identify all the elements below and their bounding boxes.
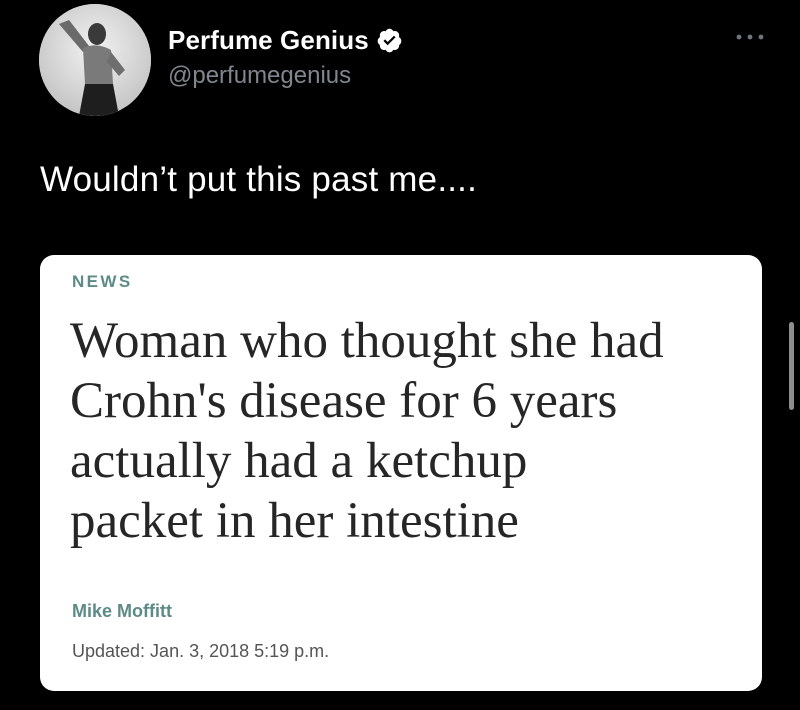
card-updated-timestamp: Updated: Jan. 3, 2018 5:19 p.m. xyxy=(72,641,330,661)
link-preview-card[interactable]: NEWS Woman who thought she had Crohn's d… xyxy=(40,255,762,691)
more-horizontal-icon[interactable] xyxy=(734,30,766,44)
user-handle[interactable]: @perfumegenius xyxy=(168,62,351,90)
author-row[interactable]: Perfume Genius xyxy=(168,24,403,56)
display-name[interactable]: Perfume Genius xyxy=(168,25,369,56)
card-headline-line: Crohn's disease for 6 years xyxy=(70,373,618,429)
scrollbar[interactable] xyxy=(789,322,794,410)
card-author[interactable]: Mike Moffitt xyxy=(72,601,172,622)
avatar[interactable] xyxy=(39,4,151,116)
avatar-photo xyxy=(39,4,151,116)
card-headline[interactable]: Woman who thought she had Crohn's diseas… xyxy=(70,311,750,551)
card-headline-line: Woman who thought she had xyxy=(70,313,664,369)
card-category-label: NEWS xyxy=(72,272,133,291)
verified-badge-icon xyxy=(376,27,403,54)
tweet-text: Wouldn’t put this past me.... xyxy=(40,160,478,199)
card-headline-line: packet in her intestine xyxy=(70,493,519,549)
card-headline-line: actually had a ketchup xyxy=(70,433,528,489)
